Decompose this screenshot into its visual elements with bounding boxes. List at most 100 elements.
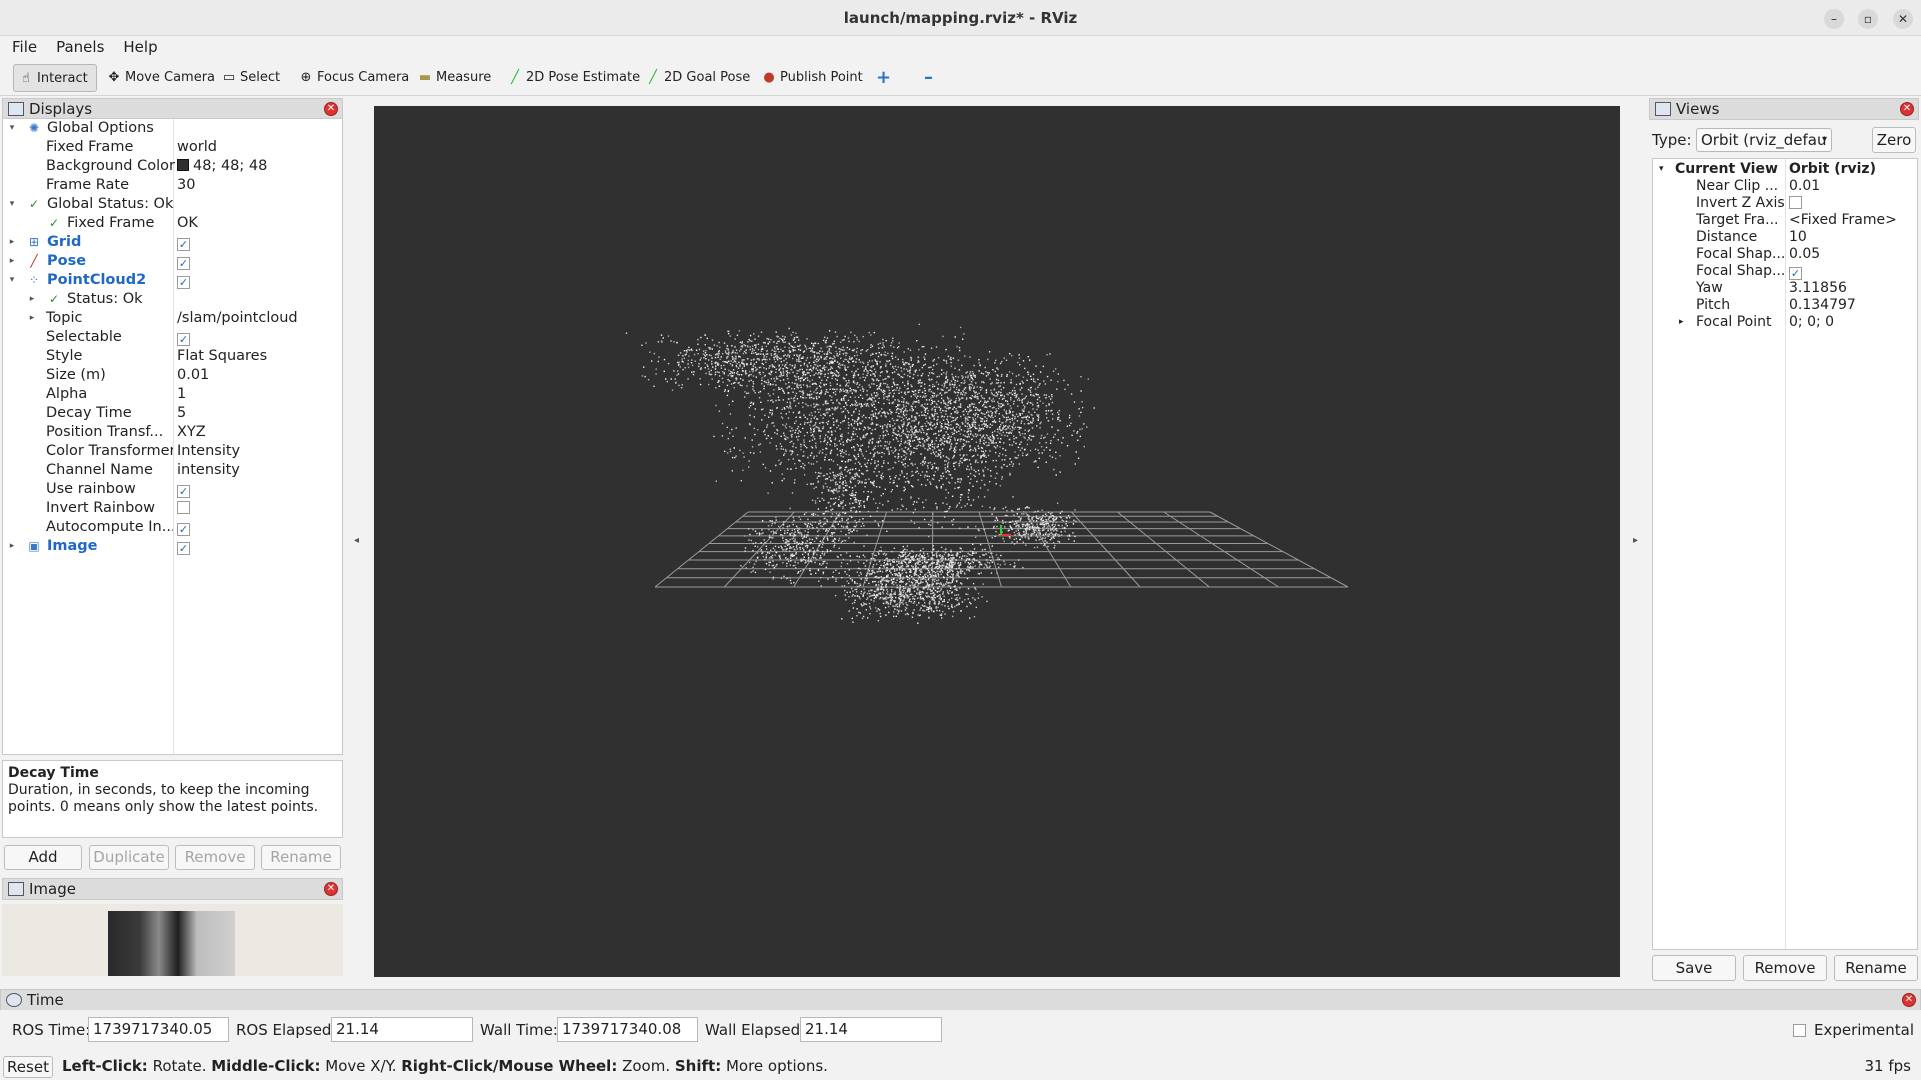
view-type-select[interactable]: Orbit (rviz_defau ▾	[1696, 128, 1832, 152]
close-panel-icon[interactable]: ✕	[1900, 102, 1914, 116]
tree-row-fixed-frame[interactable]: Fixed Frame world	[3, 138, 342, 157]
autocompute-checkbox[interactable]: ✓	[177, 523, 190, 536]
menu-help[interactable]: Help	[111, 36, 164, 56]
tree-row-invert-rainbow[interactable]: Invert Rainbow	[3, 499, 342, 518]
menu-panels[interactable]: Panels	[44, 36, 111, 56]
rename-view-button[interactable]: Rename	[1834, 955, 1918, 981]
tree-row-pose[interactable]: ▸ ╱ Pose ✓	[3, 252, 342, 271]
pose-arrow-icon: ╱	[30, 254, 38, 268]
close-window-icon[interactable]: ✕	[1893, 9, 1913, 29]
tree-row-channel-name[interactable]: Channel Name intensity	[3, 461, 342, 480]
add-tool-icon[interactable]: +	[872, 64, 895, 92]
image-enabled-checkbox[interactable]: ✓	[177, 542, 190, 555]
render-viewport[interactable]	[374, 106, 1620, 977]
remove-tool-icon[interactable]: –	[920, 64, 937, 92]
close-panel-icon[interactable]: ✕	[324, 102, 338, 116]
tree-row-alpha[interactable]: Alpha 1	[3, 385, 342, 404]
tree-row-decay-time[interactable]: Decay Time 5	[3, 404, 342, 423]
view-row-focal-shape-size[interactable]: Focal Shap... 0.05	[1653, 246, 1917, 263]
grid-enabled-checkbox[interactable]: ✓	[177, 238, 190, 251]
tree-row-use-rainbow[interactable]: Use rainbow ✓	[3, 480, 342, 499]
description-text: Duration, in seconds, to keep the incomi…	[8, 782, 319, 815]
view-row-target-frame[interactable]: Target Fra... <Fixed Frame>	[1653, 212, 1917, 229]
minimize-icon[interactable]: –	[1824, 9, 1844, 29]
collapse-arrow-icon[interactable]: ▾	[7, 195, 17, 214]
tool-publish-point-button[interactable]: ● Publish Point	[757, 64, 867, 92]
tree-row-color-transformer[interactable]: Color Transformer Intensity	[3, 442, 342, 461]
pointcloud-enabled-checkbox[interactable]: ✓	[177, 276, 190, 289]
reset-button[interactable]: Reset	[3, 1056, 53, 1078]
expand-arrow-icon[interactable]: ▸	[27, 290, 37, 309]
view-row-focal-shape-fixed[interactable]: Focal Shap... ✓	[1653, 263, 1917, 280]
tree-row-fixed-frame-status[interactable]: ✓ Fixed Frame OK	[3, 214, 342, 233]
ros-time-field[interactable]: 1739717340.05	[88, 1017, 229, 1042]
expand-arrow-icon[interactable]: ▸	[7, 233, 17, 252]
tree-row-global-status[interactable]: ▾ ✓ Global Status: Ok	[3, 195, 342, 214]
maximize-icon[interactable]: ▫	[1858, 9, 1878, 29]
wall-time-field[interactable]: 1739717340.08	[557, 1017, 698, 1042]
expand-arrow-icon[interactable]: ▸	[7, 252, 17, 271]
close-panel-icon[interactable]: ✕	[1902, 993, 1916, 1007]
tree-row-pointcloud-status[interactable]: ▸ ✓ Status: Ok	[3, 290, 342, 309]
tree-row-position-transformer[interactable]: Position Transf... XYZ	[3, 423, 342, 442]
time-panel-header: Time ✕	[0, 989, 1921, 1011]
wall-elapsed-field[interactable]: 21.14	[800, 1017, 942, 1042]
collapse-left-icon[interactable]: ◂	[354, 535, 359, 546]
view-row-yaw[interactable]: Yaw 3.11856	[1653, 280, 1917, 297]
color-value[interactable]: 48; 48; 48	[177, 157, 267, 176]
grid-line	[1209, 511, 1349, 588]
tree-row-selectable[interactable]: Selectable ✓	[3, 328, 342, 347]
tool-move-camera-button[interactable]: ✥ Move Camera	[102, 64, 219, 92]
tree-row-autocompute[interactable]: Autocompute In... ✓	[3, 518, 342, 537]
view-row-pitch[interactable]: Pitch 0.134797	[1653, 297, 1917, 314]
use-rainbow-checkbox[interactable]: ✓	[177, 485, 190, 498]
tree-row-background-color[interactable]: Background Color 48; 48; 48	[3, 157, 342, 176]
pose-enabled-checkbox[interactable]: ✓	[177, 257, 190, 270]
selectable-checkbox[interactable]: ✓	[177, 333, 190, 346]
expand-arrow-icon[interactable]: ▸	[7, 537, 17, 556]
remove-view-button[interactable]: Remove	[1743, 955, 1827, 981]
tree-row-size[interactable]: Size (m) 0.01	[3, 366, 342, 385]
tree-row-style[interactable]: Style Flat Squares	[3, 347, 342, 366]
view-row-near-clip[interactable]: Near Clip ... 0.01	[1653, 178, 1917, 195]
tree-row-pointcloud2[interactable]: ▾ ⁘ PointCloud2 ✓	[3, 271, 342, 290]
zero-button[interactable]: Zero	[1872, 127, 1916, 153]
view-row-focal-point[interactable]: ▸ Focal Point 0; 0; 0	[1653, 314, 1917, 331]
view-row-invert-z[interactable]: Invert Z Axis	[1653, 195, 1917, 212]
expand-arrow-icon[interactable]: ▸	[27, 309, 37, 328]
tool-goal-pose-button[interactable]: ╱ 2D Goal Pose	[641, 64, 754, 92]
tool-measure-button[interactable]: ▬ Measure	[413, 64, 495, 92]
collapse-arrow-icon[interactable]: ▾	[1659, 161, 1664, 178]
collapse-arrow-icon[interactable]: ▾	[7, 271, 17, 290]
invert-rainbow-checkbox[interactable]	[177, 501, 190, 514]
view-row-current[interactable]: ▾ Current View Orbit (rviz)	[1653, 161, 1917, 178]
tree-row-frame-rate[interactable]: Frame Rate 30	[3, 176, 342, 195]
add-display-button[interactable]: Add	[4, 845, 82, 870]
tree-row-topic[interactable]: ▸ Topic/slam/pointcloud	[3, 309, 342, 328]
tree-row-image[interactable]: ▸ ▣ Image ✓	[3, 537, 342, 556]
tool-select-button[interactable]: ▭ Select	[217, 64, 284, 92]
tool-interact-button[interactable]: ☝ Interact	[13, 64, 97, 92]
move-camera-icon: ✥	[108, 70, 120, 85]
invert-z-checkbox[interactable]	[1789, 196, 1802, 209]
tool-pose-estimate-button[interactable]: ╱ 2D Pose Estimate	[503, 64, 644, 92]
rename-display-button[interactable]: Rename	[261, 845, 341, 870]
ros-elapsed-field[interactable]: 21.14	[331, 1017, 473, 1042]
experimental-checkbox[interactable]	[1793, 1024, 1806, 1037]
collapse-arrow-icon[interactable]: ▾	[7, 119, 17, 138]
type-label: Type:	[1652, 131, 1692, 149]
save-view-button[interactable]: Save	[1652, 955, 1736, 981]
tree-row-grid[interactable]: ▸ ⊞ Grid ✓	[3, 233, 342, 252]
view-row-distance[interactable]: Distance 10	[1653, 229, 1917, 246]
menu-file[interactable]: File	[0, 36, 44, 56]
tool-focus-camera-button[interactable]: ⊕ Focus Camera	[294, 64, 413, 92]
close-panel-icon[interactable]: ✕	[324, 882, 338, 896]
duplicate-display-button[interactable]: Duplicate	[89, 845, 169, 870]
collapse-right-icon[interactable]: ▸	[1633, 535, 1638, 546]
panel-title: Views	[1676, 100, 1720, 118]
tree-row-global-options[interactable]: ▾ ✺ Global Options	[3, 119, 342, 138]
focal-shape-checkbox[interactable]: ✓	[1789, 267, 1802, 280]
expand-arrow-icon[interactable]: ▸	[1679, 314, 1684, 331]
remove-display-button[interactable]: Remove	[175, 845, 255, 870]
pose-estimate-icon: ╱	[511, 70, 519, 85]
